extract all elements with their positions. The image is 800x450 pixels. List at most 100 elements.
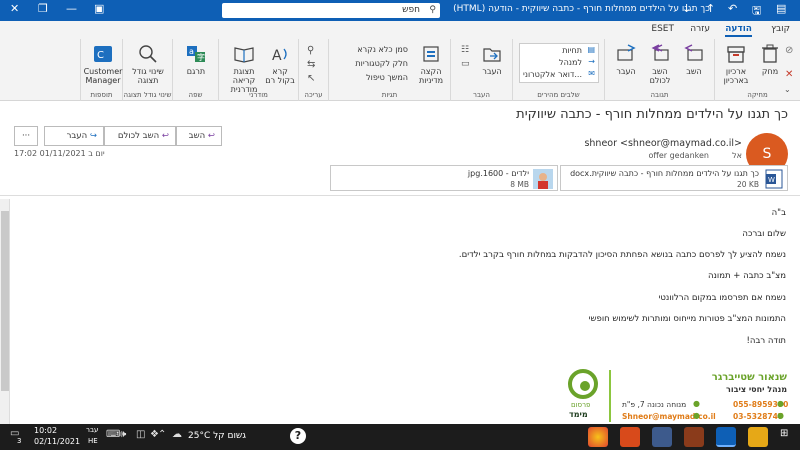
- quick-step-item[interactable]: תחיות: [562, 46, 582, 55]
- message-datetime: יום ב 01/11/2021 17:02: [14, 149, 105, 158]
- attachment-jpg[interactable]: ילדים - 1600.jpg 8 MB: [330, 165, 558, 191]
- logo-text-bottom: מימד: [569, 410, 588, 419]
- body-line: מצ"ב כתבה + תמונה: [707, 271, 786, 281]
- minimize-icon[interactable]: —: [66, 2, 77, 15]
- body-line: תודה רבה!: [746, 336, 786, 346]
- ribbon-options-icon[interactable]: ▣: [94, 2, 104, 15]
- reply-all-button[interactable]: ↩ השב לכולם: [104, 126, 176, 146]
- email-icon: ✉: [588, 69, 595, 78]
- help-icon[interactable]: ?: [290, 428, 306, 444]
- group-move: העבר ☷ ▭ העבר: [450, 39, 512, 101]
- scrollbar[interactable]: [0, 199, 10, 424]
- zoom-button[interactable]: שינוי גודל תצוגה: [129, 43, 167, 85]
- attachment-docx[interactable]: W כך תגנו על הילדים ממחלות חורף - כתבה ש…: [560, 165, 788, 191]
- chrome-app-icon[interactable]: [588, 427, 608, 447]
- language-indicator[interactable]: עבר: [86, 426, 98, 434]
- svg-text:W: W: [768, 176, 775, 184]
- group-immersive: A קרא בקול רם תצוגת קריאה מודרנית מודרני: [218, 39, 298, 101]
- language-code[interactable]: HE: [88, 437, 98, 445]
- signature-name: שנאור שטייברגר: [711, 372, 787, 383]
- categorize-button[interactable]: חלק לקטגוריות: [355, 59, 408, 68]
- forward-button-ribbon[interactable]: העבר: [609, 43, 643, 76]
- app-icon[interactable]: [652, 427, 672, 447]
- attachment-name: כך תגנו על הילדים ממחלות חורף - כתבה שיו…: [570, 169, 759, 178]
- actions-icon[interactable]: ▭: [461, 59, 470, 69]
- collapse-ribbon-icon[interactable]: ⌄: [784, 85, 791, 94]
- up-arrow-icon[interactable]: ↑: [706, 2, 715, 15]
- taskbar: ▭ 3 10:02 02/11/2021 עבר HE ⌨ 🕪 ◫ ❖ ⌃ ☁ …: [0, 424, 800, 450]
- related-icon[interactable]: ⇆: [307, 59, 315, 70]
- tray-overflow-icon[interactable]: ⌃: [158, 429, 166, 440]
- signature-address: מנוחה נכונה 7, פ"ת: [622, 400, 687, 409]
- recipient-name[interactable]: offer gedanken: [648, 151, 709, 160]
- immersive-reader-button[interactable]: תצוגת קריאה מודרנית: [225, 43, 263, 94]
- reply-button-ribbon[interactable]: השב: [677, 43, 711, 76]
- save-icon[interactable]: 🖫: [752, 2, 761, 21]
- file-explorer-icon[interactable]: [748, 427, 768, 447]
- translate-icon: a字: [187, 46, 205, 62]
- assign-policy-button[interactable]: הקצה מדיניות: [413, 43, 449, 85]
- company-logo: [568, 369, 598, 399]
- windows-start-icon[interactable]: ⊞: [780, 428, 788, 439]
- move-button[interactable]: העבר: [475, 43, 509, 76]
- app-icon[interactable]: [684, 427, 704, 447]
- body-line: התמונות המצ"ב פטורות מייחוס ומותרות לשימ…: [588, 314, 786, 324]
- recipient-row: אל offer gedanken: [648, 151, 742, 160]
- search-input[interactable]: ⚲ חפש: [222, 3, 440, 18]
- find-icon[interactable]: ⚲: [307, 45, 314, 56]
- mark-unread-button[interactable]: סמן כלא נקרא: [357, 45, 408, 54]
- group-editing: ⚲ ⇆ ↖ עריכה: [298, 39, 328, 101]
- clock-date[interactable]: 02/11/2021: [34, 437, 80, 446]
- svg-text:C: C: [97, 50, 104, 61]
- more-actions-button[interactable]: ···: [14, 126, 38, 146]
- svg-text:a: a: [189, 47, 194, 56]
- attachment-size: 20 KB: [737, 180, 759, 189]
- translate-button[interactable]: a字 תרגם: [179, 43, 213, 76]
- read-aloud-button[interactable]: A קרא בקול רם: [263, 43, 297, 85]
- reply-all-button-ribbon[interactable]: השב לכולם: [643, 43, 677, 85]
- archive-icon: [727, 46, 745, 63]
- close-icon[interactable]: ✕: [10, 2, 19, 15]
- network-icon[interactable]: ◫: [136, 429, 145, 440]
- keyboard-icon[interactable]: ⌨: [106, 429, 120, 440]
- ignore-icon[interactable]: ⊘: [785, 45, 793, 56]
- reply-button[interactable]: ↩ השב: [176, 126, 222, 146]
- archive-button[interactable]: ארכיון בארכיון: [719, 43, 753, 85]
- tab-help[interactable]: עזרה: [690, 24, 710, 34]
- folder-move-icon: [483, 48, 501, 62]
- reply-icon: ↩: [207, 131, 215, 141]
- group-language: a字 תרגם שפה: [172, 39, 218, 101]
- signature-email[interactable]: Shneor@maymad.co.il: [622, 412, 716, 421]
- quick-step-item[interactable]: דואר אלקטרוני...: [523, 70, 582, 79]
- scrollbar-thumb[interactable]: [1, 211, 9, 391]
- volume-icon[interactable]: 🕪: [120, 429, 126, 440]
- sender-address[interactable]: shneor <shneor@maymad.co.il>: [584, 138, 742, 149]
- app-icon[interactable]: [620, 427, 640, 447]
- outlook-app-icon[interactable]: [716, 427, 736, 447]
- delete-button[interactable]: מחק: [753, 43, 787, 76]
- undo-icon[interactable]: ↶: [728, 2, 737, 15]
- quick-steps-gallery[interactable]: תחיות למנהל דואר אלקטרוני... ▤ → ✉: [519, 43, 599, 83]
- clock-time[interactable]: 10:02: [34, 426, 57, 435]
- signature-phone2: 03-5328747: [733, 412, 784, 421]
- body-line: נשמח להציע לך לפרסם כתבה בנושא הפחתת הסי…: [458, 250, 786, 260]
- read-aloud-icon: A: [272, 48, 287, 64]
- junk-icon[interactable]: ✕: [785, 69, 793, 80]
- select-icon[interactable]: ↖: [307, 73, 315, 84]
- forward-button[interactable]: ↪ העבר: [44, 126, 104, 146]
- body-line: ב"ה: [771, 208, 786, 218]
- to-label: אל: [732, 151, 742, 160]
- down-arrow-icon[interactable]: ↓: [682, 2, 691, 15]
- customer-manager-button[interactable]: C Customer Manager: [83, 43, 123, 85]
- tab-eset[interactable]: ESET: [651, 24, 674, 34]
- title-bar: ✕ ❐ — ▣ ⚲ חפש כך תגנו על הילדים ממחלות ח…: [0, 0, 800, 21]
- tab-file[interactable]: קובץ: [771, 24, 790, 34]
- maximize-icon[interactable]: ❐: [38, 2, 48, 15]
- weather-text[interactable]: 25°C גשום קל: [188, 431, 246, 441]
- body-line: שלום וברכה: [742, 229, 786, 239]
- quick-step-item[interactable]: למנהל: [559, 58, 582, 67]
- follow-up-button[interactable]: המשך טיפול: [366, 73, 408, 82]
- body-line: נשמח אם תפרסמו במקום הרלוונטי: [658, 293, 786, 303]
- tab-message[interactable]: הודעה: [725, 24, 752, 37]
- rules-icon[interactable]: ☷: [461, 45, 469, 55]
